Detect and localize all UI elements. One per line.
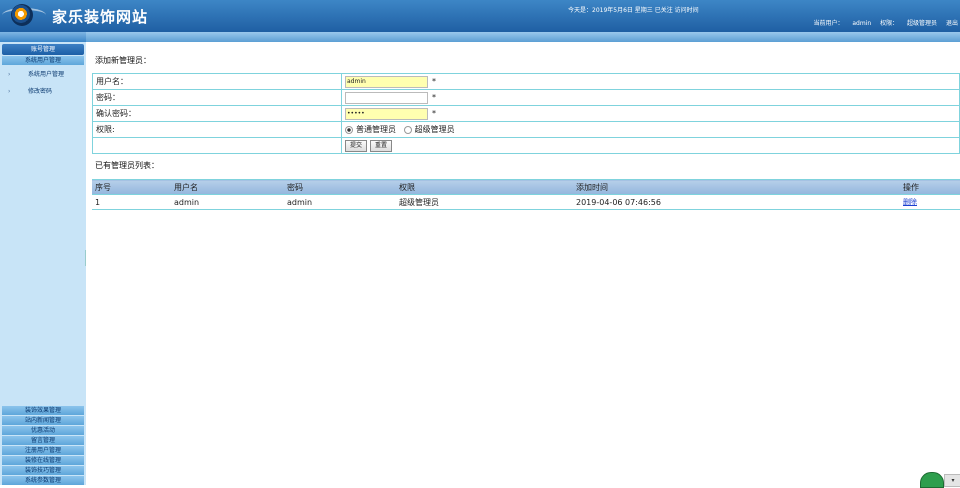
sidebar-btn-news[interactable]: 站内新闻管理: [2, 416, 84, 425]
required-mark: *: [432, 109, 436, 118]
cell-added: 2019-04-06 07:46:56: [573, 194, 900, 210]
app-header: 家乐装饰网站 今天是：2019年5月6日 星期三 已关注 访问时间 当前用户： …: [0, 0, 960, 32]
sidebar-btn-promotions[interactable]: 优惠活动: [2, 426, 84, 435]
cell-username: admin: [171, 194, 284, 210]
sidebar-sub[interactable]: 系统用户管理: [2, 56, 84, 65]
password-label: 密码：: [92, 89, 342, 106]
sidebar-collapse-handle[interactable]: [85, 250, 89, 266]
role-super-label: 超级管理员: [414, 125, 455, 134]
delete-link[interactable]: 删除: [903, 198, 917, 206]
current-user-link[interactable]: admin: [852, 20, 871, 27]
sidebar-item-system-users[interactable]: 系统用户管理: [0, 66, 86, 83]
sidebar-top: [0, 32, 86, 42]
sub-header-bar: [0, 32, 960, 42]
role-link[interactable]: 超级管理员: [907, 20, 937, 27]
date-text: 今天是：2019年5月6日 星期三 已关注 访问时间: [568, 7, 699, 14]
reset-button[interactable]: 重置: [370, 139, 393, 152]
col-id: 序号: [92, 179, 171, 195]
sidebar-btn-registered-users[interactable]: 注册用户管理: [2, 446, 84, 455]
confirm-label: 确认密码：: [92, 105, 342, 122]
submit-button[interactable]: 提交: [345, 139, 368, 152]
scroll-control-icon[interactable]: ▾: [944, 474, 960, 487]
required-mark: *: [432, 93, 436, 102]
status-badge-icon[interactable]: [920, 472, 944, 488]
admin-list-table: 序号 用户名 密码 权限 添加时间 操作 1 admin admin 超级管理员…: [92, 179, 960, 210]
add-form-title: 添加新管理员：: [95, 56, 151, 65]
col-added: 添加时间: [573, 179, 900, 195]
logout-link[interactable]: 退出: [946, 20, 958, 27]
sidebar-btn-system-params[interactable]: 系统参数管理: [2, 476, 84, 485]
site-title: 家乐装饰网站: [52, 8, 149, 26]
col-password: 密码: [284, 179, 396, 195]
role-label: 权限：: [880, 20, 899, 27]
sidebar-head[interactable]: 账号管理: [2, 44, 84, 55]
username-input[interactable]: admin: [345, 75, 428, 88]
sidebar: 账号管理 系统用户管理 系统用户管理 修改密码 装饰效果管理 站内新闻管理 优惠…: [0, 32, 86, 485]
site-logo-icon: [11, 4, 33, 26]
cell-action: 删除: [900, 194, 960, 210]
table-row: 1 admin admin 超级管理员 2019-04-06 07:46:56 …: [92, 194, 960, 210]
form-empty-cell: [92, 137, 342, 154]
sidebar-item-change-password[interactable]: 修改密码: [0, 83, 86, 100]
sidebar-btn-tips[interactable]: 装饰技巧管理: [2, 466, 84, 475]
required-mark: *: [432, 77, 436, 86]
role-super-radio[interactable]: [403, 125, 412, 134]
role-normal-label: 普通管理员: [356, 125, 396, 134]
col-username: 用户名: [171, 179, 284, 195]
cell-role: 超级管理员: [396, 194, 573, 210]
user-links: 当前用户： admin 权限： 超级管理员 退出: [806, 18, 958, 27]
table-header-row: 序号 用户名 密码 权限 添加时间 操作: [92, 179, 960, 195]
sidebar-bottom-menu: 装饰效果管理 站内新闻管理 优惠活动 留言管理 注册用户管理 装修在线管理 装饰…: [0, 405, 86, 485]
list-title: 已有管理员列表：: [95, 161, 159, 170]
role-normal-radio[interactable]: [345, 125, 353, 134]
username-label: 用户名：: [92, 73, 342, 90]
col-role: 权限: [396, 179, 573, 195]
password-input[interactable]: [345, 91, 428, 104]
sidebar-btn-online-decor[interactable]: 装修在线管理: [2, 456, 84, 465]
role-label: 权限:: [92, 121, 342, 138]
add-admin-form: 用户名： admin * 密码： * 确认密码： ••••• * 权限: 普通管理员…: [92, 73, 960, 154]
current-user-label: 当前用户：: [813, 20, 844, 27]
sidebar-btn-effects[interactable]: 装饰效果管理: [2, 406, 84, 415]
sidebar-btn-messages[interactable]: 留言管理: [2, 436, 84, 445]
confirm-password-input[interactable]: •••••: [345, 107, 428, 120]
cell-id: 1: [92, 194, 171, 210]
col-action: 操作: [900, 179, 960, 195]
cell-password: admin: [284, 194, 396, 210]
